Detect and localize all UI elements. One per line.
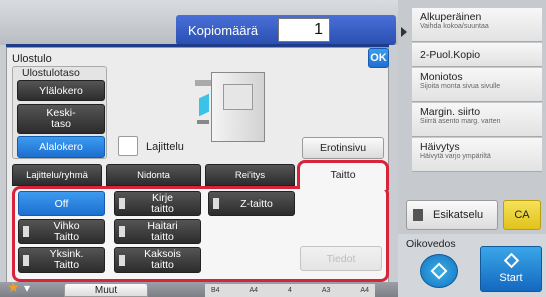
tab-sort-group[interactable]: Lajittelu/ryhmä	[12, 164, 102, 186]
other-label: Muut	[94, 284, 118, 296]
erase-sub: Häivytä varjo ympäriltä	[420, 153, 491, 160]
gate-fold-label: Haitari taitto	[147, 219, 178, 243]
booklet-fold-label: Vihko Taitto	[53, 219, 80, 243]
proof-copy-button[interactable]	[420, 254, 458, 288]
other-button[interactable]: Muut	[64, 283, 148, 297]
sort-label: Lajittelu	[146, 141, 184, 153]
collapse-arrow-icon[interactable]	[401, 27, 407, 37]
sort-checkbox[interactable]	[118, 136, 138, 156]
double-fold-label: Kaksois taitto	[144, 248, 181, 271]
separator-page-button[interactable]: Erotinsivu	[302, 137, 384, 159]
single-fold-label: Yksink. Taitto	[49, 248, 84, 271]
erase-title: Häivytys	[420, 141, 460, 153]
double-fold-button[interactable]: Kaksois taitto	[114, 247, 201, 273]
start-diamond-icon	[503, 252, 519, 268]
fold-off-label: Off	[54, 197, 69, 210]
tray-group-label: Ulostulotaso	[22, 67, 80, 79]
tray-label-a4: A4	[249, 287, 259, 294]
erase-button[interactable]: Häivytys Häivytä varjo ympäriltä	[412, 138, 542, 172]
tab-punch-label: Rei'itys	[234, 169, 266, 181]
margin-shift-button[interactable]: Margin. siirto Siirrä asento marg. varte…	[412, 103, 542, 137]
multiple-sub: Sijoita monta sivua sivulle	[420, 83, 501, 90]
single-fold-button[interactable]: Yksink. Taitto	[18, 247, 105, 273]
z-fold-icon	[213, 198, 219, 209]
tab-sort-group-label: Lajittelu/ryhmä	[26, 169, 88, 181]
printer-illustration	[195, 62, 265, 144]
copies-label: Kopiomäärä	[188, 22, 259, 38]
ca-label: CA	[514, 209, 530, 221]
original-sub: Vaihda kokoa/suuntaa	[420, 23, 489, 30]
tab-punch[interactable]: Rei'itys	[205, 164, 295, 186]
duplex-title: 2-Puol.Kopio	[420, 49, 481, 61]
letter-fold-label: Kirje taitto	[151, 191, 174, 215]
chevron-down-icon[interactable]: ▾	[24, 282, 30, 294]
single-fold-icon	[23, 254, 29, 266]
letter-fold-icon	[119, 198, 125, 209]
tab-staple-label: Nidonta	[137, 169, 170, 181]
tab-staple[interactable]: Nidonta	[106, 164, 201, 186]
tray-label-4: 4	[288, 287, 292, 294]
original-setting-button[interactable]: Alkuperäinen Vaihda kokoa/suuntaa	[412, 8, 542, 42]
diamond-icon	[430, 262, 448, 280]
start-button[interactable]: Start	[480, 246, 542, 292]
details-button[interactable]: Tiedot	[300, 246, 382, 271]
ok-button[interactable]: OK	[368, 48, 389, 68]
lower-tray-label: Alalokero	[39, 141, 83, 153]
favorite-star-icon[interactable]: ★	[7, 280, 20, 294]
duplex-copy-button[interactable]: 2-Puol.Kopio	[412, 43, 542, 67]
preview-label: Esikatselu	[433, 209, 484, 221]
letter-fold-button[interactable]: Kirje taitto	[114, 191, 201, 216]
highlight-seam	[300, 183, 386, 190]
booklet-fold-button[interactable]: Vihko Taitto	[18, 219, 105, 244]
middle-tray-button[interactable]: Keski- taso	[17, 104, 105, 134]
booklet-fold-icon	[23, 226, 29, 237]
double-fold-icon	[119, 254, 125, 266]
margin-sub: Siirrä asento marg. varten	[420, 118, 501, 125]
lower-tray-button[interactable]: Alalokero	[17, 136, 105, 158]
original-title: Alkuperäinen	[420, 11, 482, 23]
copies-field[interactable]: 1	[278, 18, 330, 42]
fold-off-button[interactable]: Off	[18, 191, 105, 216]
tray-label-b4: B4	[211, 287, 220, 294]
upper-tray-label: Ylälokero	[39, 84, 83, 97]
upper-tray-button[interactable]: Ylälokero	[17, 80, 105, 101]
standby-label: Oikovedos	[406, 238, 456, 250]
copies-value: 1	[314, 21, 323, 38]
separator-label: Erotinsivu	[319, 142, 367, 154]
z-fold-button[interactable]: Z-taitto	[208, 191, 295, 216]
z-fold-label: Z-taitto	[240, 197, 273, 210]
start-label: Start	[499, 271, 523, 284]
gate-fold-button[interactable]: Haitari taitto	[114, 219, 201, 244]
details-label: Tiedot	[326, 252, 356, 265]
multiple-shot-button[interactable]: Moniotos Sijoita monta sivua sivulle	[412, 68, 542, 102]
tab-fold-label: Taitto	[330, 169, 356, 181]
preview-button[interactable]: Esikatselu	[406, 200, 498, 230]
ok-label: OK	[370, 52, 387, 64]
tray-label-a3: A3	[321, 287, 331, 294]
clear-all-button[interactable]: CA	[503, 200, 541, 230]
gate-fold-icon	[119, 226, 125, 237]
margin-title: Margin. siirto	[420, 106, 481, 118]
preview-icon	[413, 209, 423, 221]
paper-tray-indicator: B4 A4 4 A3 A4	[205, 284, 375, 297]
tab-fold[interactable]: Taitto	[300, 166, 386, 184]
dialog-title: Ulostulo	[12, 53, 52, 65]
middle-tray-label: Keski- taso	[46, 107, 76, 130]
tray-label-a4-2: A4	[360, 287, 369, 294]
multiple-title: Moniotos	[420, 71, 463, 83]
